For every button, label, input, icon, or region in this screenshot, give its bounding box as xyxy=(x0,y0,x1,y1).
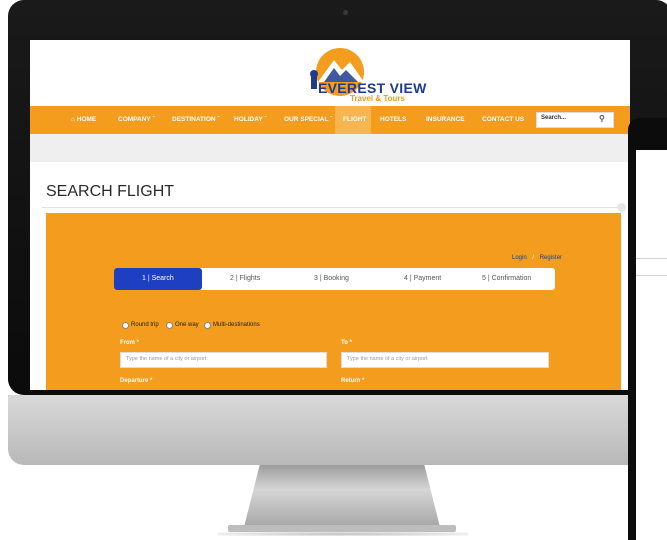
nav-special-label: OUR SPECIAL xyxy=(284,116,329,123)
nav-destination[interactable]: DESTINATION ˇ xyxy=(172,116,220,123)
logo-tagline: Travel & Tours xyxy=(350,94,405,103)
breadcrumb-band xyxy=(30,134,630,162)
search-input[interactable]: Search... ⚲ xyxy=(536,112,614,128)
step-flights[interactable]: 2 | Flights xyxy=(230,275,260,282)
nav-holiday-label: HOLIDAY xyxy=(234,116,263,123)
second-device-divider xyxy=(636,275,667,276)
from-input[interactable]: Type the name of a city or airport xyxy=(120,352,327,368)
stand-shadow xyxy=(218,532,468,536)
to-label: To * xyxy=(341,340,352,346)
second-device-screen xyxy=(636,150,667,540)
page-title: SEARCH FLIGHT xyxy=(46,183,175,200)
nav-company[interactable]: COMPANY ˇ xyxy=(118,116,155,123)
register-link[interactable]: Register xyxy=(540,255,562,261)
step-payment[interactable]: 4 | Payment xyxy=(404,275,441,282)
nav-contact-us[interactable]: CONTACT US xyxy=(482,116,524,123)
camera-icon xyxy=(343,10,348,15)
auth-separator: / xyxy=(532,255,535,261)
nav-holiday[interactable]: HOLIDAY ˇ xyxy=(234,116,267,123)
nav-contact-label: CONTACT US xyxy=(482,116,525,123)
nav-home-label: HOME xyxy=(76,116,97,123)
radio-multi-destinations[interactable] xyxy=(204,322,211,329)
departure-label: Departure * xyxy=(120,378,153,384)
chevron-down-icon: ˇ xyxy=(152,116,155,123)
search-input-value: Search... xyxy=(541,115,567,121)
step-booking[interactable]: 3 | Booking xyxy=(314,275,349,282)
website-screen: EVEREST VIEW Travel & Tours ⌂ HOME COMPA… xyxy=(30,40,630,390)
nav-our-special[interactable]: OUR SPECIAL ˇ xyxy=(284,116,332,123)
search-icon[interactable]: ⚲ xyxy=(599,114,605,123)
monitor-foot xyxy=(228,525,456,532)
nav-insurance[interactable]: INSURANCE xyxy=(426,116,465,123)
booking-steps: 1 | Search 2 | Flights 3 | Booking 4 | P… xyxy=(114,268,555,290)
to-input[interactable]: Type the name of a city or airport xyxy=(341,352,549,368)
divider xyxy=(42,207,622,208)
auth-links: Login / Register xyxy=(512,255,562,261)
chevron-down-icon: ˇ xyxy=(217,116,220,123)
nav-home[interactable]: ⌂ HOME xyxy=(71,116,96,123)
multi-destinations-label: Multi-destinations xyxy=(213,322,260,328)
login-link[interactable]: Login xyxy=(512,255,527,261)
nav-hotels[interactable]: HOTELS xyxy=(380,116,406,123)
step-confirmation[interactable]: 5 | Confirmation xyxy=(482,275,531,282)
radio-one-way[interactable] xyxy=(166,322,173,329)
return-label: Return * xyxy=(341,378,365,384)
nav-hotels-label: HOTELS xyxy=(380,116,407,123)
nav-flight-label: FLIGHT xyxy=(343,116,367,123)
scroll-indicator xyxy=(617,203,626,212)
monitor-stand xyxy=(244,465,440,527)
monitor-chin xyxy=(8,395,667,465)
nav-company-label: COMPANY xyxy=(118,116,151,123)
chevron-down-icon: ˇ xyxy=(264,116,267,123)
chevron-down-icon: ˇ xyxy=(330,116,333,123)
step-search[interactable]: 1 | Search xyxy=(142,275,174,282)
home-icon: ⌂ xyxy=(71,116,75,123)
nav-insurance-label: INSURANCE xyxy=(426,116,465,123)
from-placeholder: Type the name of a city or airport xyxy=(126,356,207,362)
round-trip-label: Round trip xyxy=(131,322,159,328)
second-device-divider xyxy=(636,258,667,259)
nav-flight[interactable]: FLIGHT xyxy=(335,106,371,134)
radio-round-trip[interactable] xyxy=(122,322,129,329)
one-way-label: One way xyxy=(175,322,199,328)
nav-destination-label: DESTINATION xyxy=(172,116,216,123)
to-placeholder: Type the name of a city or airport xyxy=(347,356,428,362)
from-label: From * xyxy=(120,340,140,346)
